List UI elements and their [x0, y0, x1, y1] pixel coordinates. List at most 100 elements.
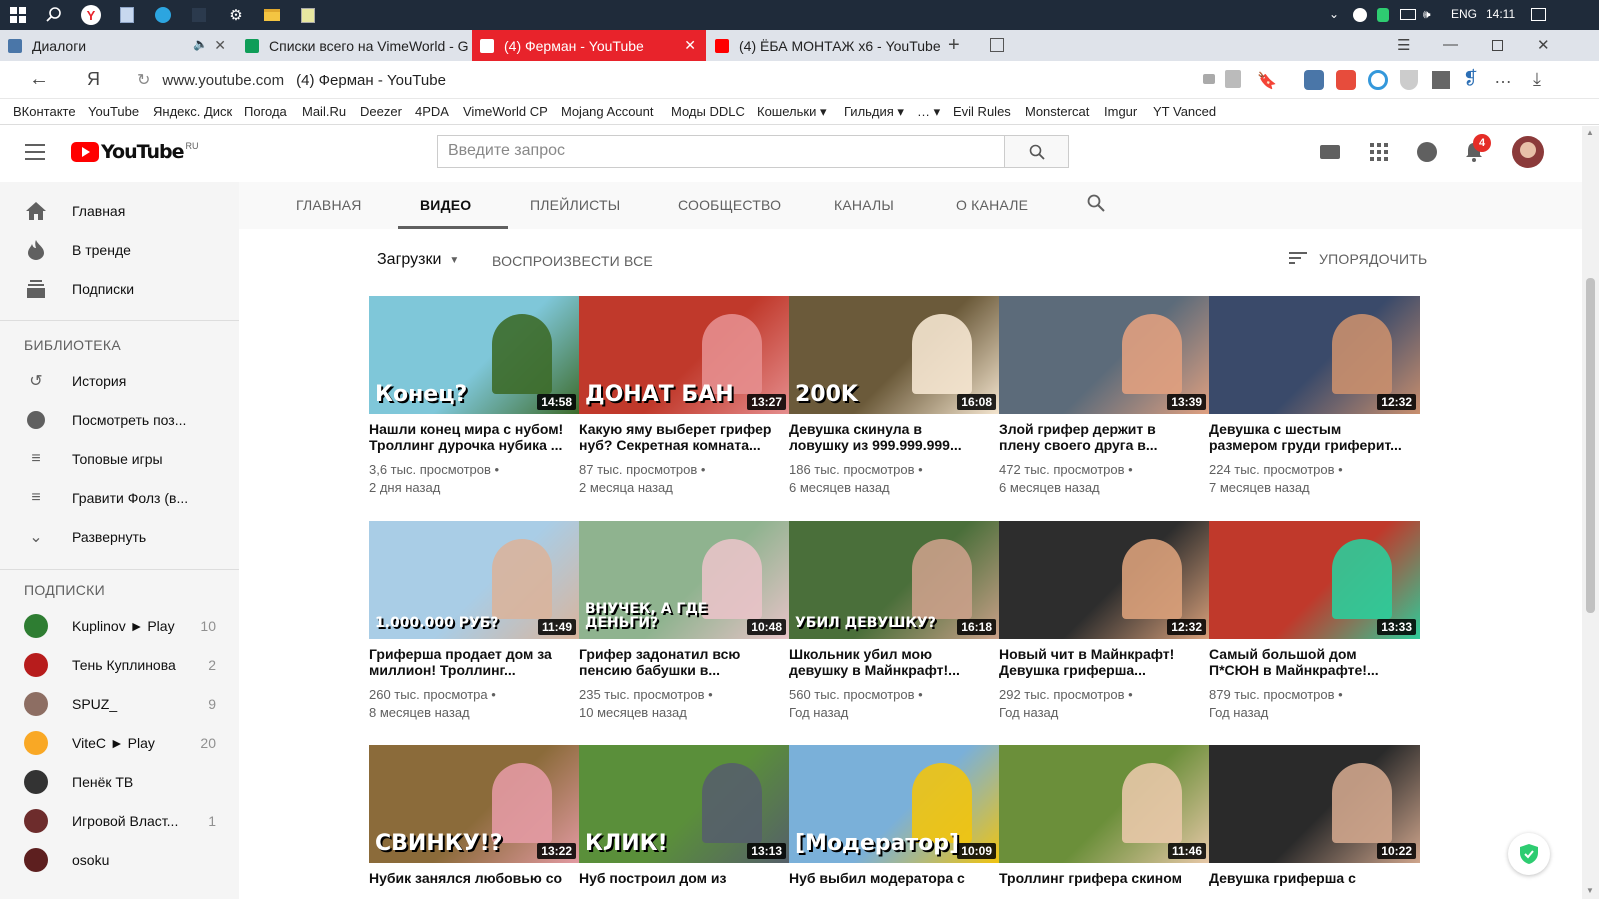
search-input[interactable]: Введите запрос [437, 135, 1005, 168]
bookmark-item[interactable]: Imgur [1104, 104, 1137, 119]
bookmark-item[interactable]: Яндекс. Диск [153, 104, 232, 119]
uploads-dropdown[interactable]: Загрузки ▼ [377, 251, 459, 269]
video-title-line2[interactable]: нуб? Секретная комната... [579, 437, 784, 453]
video-thumbnail[interactable]: Конец? 14:58 [369, 296, 580, 414]
video-title[interactable]: Новый чит в Майнкрафт! [999, 646, 1204, 662]
video-thumbnail[interactable]: 10:22 [1209, 745, 1420, 863]
speaker-icon[interactable]: 🔈 [193, 37, 208, 51]
minimize-icon[interactable]: — [1443, 36, 1458, 53]
bookmark-item[interactable]: ВКонтакте [13, 104, 76, 119]
video-thumbnail[interactable]: 13:33 [1209, 521, 1420, 639]
extension-icon[interactable] [1304, 70, 1324, 90]
video-title-line2[interactable]: плену своего друга в... [999, 437, 1204, 453]
video-thumbnail[interactable]: СВИНКУ!? 13:22 [369, 745, 580, 863]
maximize-icon[interactable] [1492, 40, 1503, 51]
video-thumbnail[interactable]: 200K 16:08 [789, 296, 1000, 414]
chat-icon[interactable] [1203, 74, 1215, 84]
video-title-line2[interactable]: девушку в Майнкрафт!... [789, 662, 994, 678]
channel-search-icon[interactable] [1087, 194, 1105, 215]
windows-start-icon[interactable] [8, 5, 28, 25]
play-all-button[interactable]: ВОСПРОИЗВЕСТИ ВСЕ [492, 253, 653, 269]
video-thumbnail[interactable]: 11:46 [999, 745, 1210, 863]
shield-extension-icon[interactable] [1400, 70, 1418, 90]
page-scrollbar[interactable]: ▲ ▼ [1582, 126, 1599, 899]
bookmark-item[interactable]: Погода [244, 104, 287, 119]
bookmark-item[interactable]: Monstercat [1025, 104, 1089, 119]
network-icon[interactable] [1400, 9, 1416, 20]
subscription-item[interactable]: Пенёк ТВ [0, 762, 239, 801]
apps-grid-icon[interactable] [1370, 143, 1388, 161]
extension-icon[interactable]: ❡ [1463, 68, 1478, 89]
hamburger-menu-icon[interactable] [25, 144, 45, 160]
youtube-logo[interactable]: YouTube RU [71, 141, 198, 163]
bookmark-item[interactable]: Mojang Account [561, 104, 654, 119]
download-icon[interactable]: ⤓ [1533, 69, 1541, 90]
sidebar-item-subscriptions[interactable]: Подписки [0, 269, 239, 308]
video-thumbnail[interactable]: 12:32 [999, 521, 1210, 639]
tab-community[interactable]: СООБЩЕСТВО [678, 197, 781, 213]
bookmark-icon[interactable]: 🔖 [1257, 71, 1277, 91]
scrollbar-thumb[interactable] [1586, 278, 1595, 613]
video-thumbnail[interactable]: [Модератор] 10:09 [789, 745, 1000, 863]
subscription-item[interactable]: ViteC ► Play 20 [0, 723, 239, 762]
tab-manager-icon[interactable] [990, 38, 1004, 52]
bookmark-item[interactable]: 4PDA [415, 104, 449, 119]
create-video-icon[interactable] [1320, 145, 1340, 159]
search-icon[interactable] [44, 5, 64, 25]
video-title-line2[interactable]: ловушку из 999.999.999... [789, 437, 994, 453]
bookmark-folder[interactable]: … ▾ [917, 104, 940, 120]
video-thumbnail[interactable]: 13:39 [999, 296, 1210, 414]
video-title-line2[interactable]: размером груди гриферит... [1209, 437, 1414, 453]
extension-icon[interactable] [1336, 70, 1356, 90]
reload-icon[interactable]: ↻ [137, 70, 150, 90]
notes-app-icon[interactable] [117, 5, 137, 25]
menu-icon[interactable]: ☰ [1397, 36, 1410, 54]
close-window-icon[interactable]: ✕ [1537, 36, 1550, 54]
video-title-line2[interactable]: пенсию бабушки в... [579, 662, 784, 678]
back-arrow-icon[interactable]: ← [29, 68, 49, 91]
yandex-logo[interactable]: Я [87, 69, 100, 90]
bookmark-item[interactable]: YT Vanced [1153, 104, 1216, 119]
scroll-up-arrow-icon[interactable]: ▲ [1586, 128, 1594, 137]
subscription-item[interactable]: SPUZ_ 9 [0, 684, 239, 723]
yandex-browser-icon[interactable]: Y [81, 5, 101, 25]
sidebar-item-playlist[interactable]: ≡ Гравити Фолз (в... [0, 478, 239, 517]
video-title[interactable]: Нашли конец мира с нубом! [369, 421, 574, 437]
tab-home[interactable]: ГЛАВНАЯ [296, 197, 362, 213]
security-tray-icon[interactable] [1377, 8, 1389, 22]
action-center-icon[interactable] [1531, 8, 1546, 21]
video-thumbnail[interactable]: КЛИК! 13:13 [579, 745, 790, 863]
video-title[interactable]: Нуб выбил модератора с [789, 870, 994, 886]
sidebar-item-home[interactable]: Главная [0, 191, 239, 230]
bookmark-folder[interactable]: Кошельки ▾ [757, 104, 826, 120]
telegram-icon[interactable] [153, 5, 173, 25]
browser-tab[interactable]: Диалоги 🔈 ✕ [0, 30, 236, 61]
video-thumbnail[interactable]: УБИЛ ДЕВУШКУ? 16:18 [789, 521, 1000, 639]
bookmark-item[interactable]: Моды DDLC [671, 104, 745, 119]
bookmark-item[interactable]: YouTube [88, 104, 139, 119]
protect-icon[interactable] [1225, 70, 1241, 88]
shield-tray-icon[interactable] [1353, 8, 1367, 22]
subscription-item[interactable]: osoku [0, 840, 239, 879]
tab-about[interactable]: О КАНАЛЕ [956, 197, 1028, 213]
video-title[interactable]: Грифер задонатил всю [579, 646, 784, 662]
notepad-icon[interactable] [298, 5, 318, 25]
video-thumbnail[interactable]: 1.000.000 РУБ? 11:49 [369, 521, 580, 639]
protect-badge[interactable] [1508, 833, 1550, 875]
bookmark-item[interactable]: VimeWorld CP [463, 104, 548, 119]
video-title[interactable]: Девушка с шестым [1209, 421, 1414, 437]
file-explorer-icon[interactable] [262, 5, 282, 25]
subscription-item[interactable]: Игровой Власт... 1 [0, 801, 239, 840]
more-icon[interactable]: … [1494, 67, 1512, 88]
subscription-item[interactable]: Тень Куплинова 2 [0, 645, 239, 684]
video-thumbnail[interactable]: ДОНАТ БАН 13:27 [579, 296, 790, 414]
video-title[interactable]: Девушка скинула в [789, 421, 994, 437]
browser-tab-active[interactable]: (4) Ферман - YouTube ✕ [472, 30, 706, 61]
language-indicator[interactable]: ENG [1451, 7, 1477, 21]
sidebar-item-playlist[interactable]: ≡ Топовые игры [0, 439, 239, 478]
messages-icon[interactable] [1417, 142, 1437, 162]
video-title-line2[interactable]: миллион! Троллинг... [369, 662, 574, 678]
bookmark-folder[interactable]: Гильдия ▾ [844, 104, 904, 120]
tab-channels[interactable]: КАНАЛЫ [834, 197, 894, 213]
close-tab-icon[interactable]: ✕ [214, 37, 226, 54]
